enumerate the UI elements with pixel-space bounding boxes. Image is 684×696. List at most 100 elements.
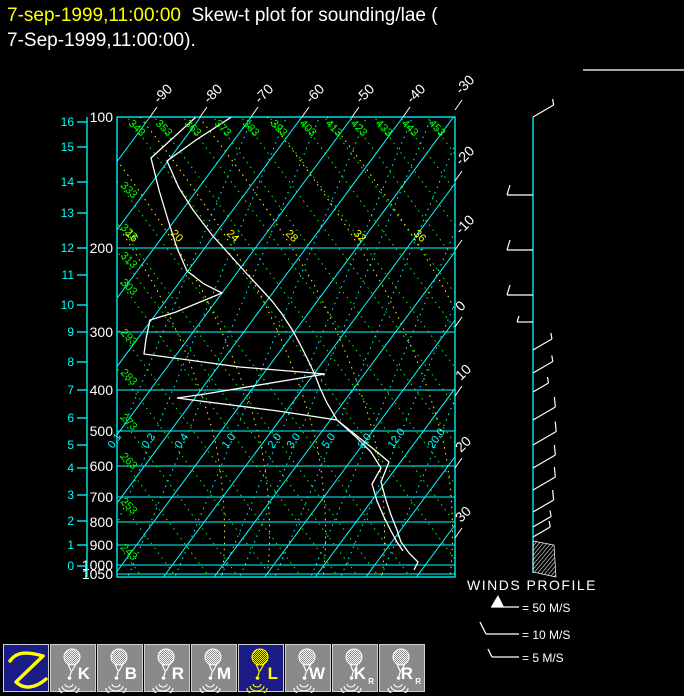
svg-text:5.0: 5.0 [320, 431, 339, 450]
svg-text:-30: -30 [452, 71, 478, 97]
svg-text:13: 13 [61, 206, 75, 220]
toolbar-button-label: R [171, 664, 184, 683]
mixing-ratio-labels: 0.1 0.2 0.4 1.0 2.0 3.0 5.0 8.0 12.0 20.0 [106, 426, 448, 450]
dewpoint-trace [143, 117, 404, 552]
svg-text:36: 36 [411, 228, 428, 245]
toolbar-button-subscript: R [368, 677, 374, 686]
svg-text:4: 4 [67, 461, 74, 475]
svg-text:-40: -40 [403, 80, 429, 106]
svg-text:10: 10 [61, 298, 75, 312]
svg-text:443: 443 [399, 118, 420, 139]
svg-text:900: 900 [90, 537, 114, 553]
height-axis: 161514131211109876543210 [61, 115, 88, 577]
toolbar-button-label: B [124, 664, 137, 683]
toolbar-button-label: M [216, 664, 231, 683]
toolbar-button-b[interactable]: B [97, 644, 143, 693]
toolbar-button-r-r[interactable]: RR [379, 644, 425, 693]
svg-text:-10: -10 [452, 211, 478, 237]
balloon-icon [105, 648, 128, 693]
balloon-icon [246, 648, 269, 693]
toolbar-button-label: R [400, 664, 413, 683]
svg-text:-90: -90 [150, 80, 176, 106]
svg-text:12: 12 [61, 241, 75, 255]
svg-text:11: 11 [62, 268, 75, 282]
svg-text:200: 200 [90, 240, 114, 256]
svg-text:7: 7 [67, 383, 74, 397]
toolbar-button-l[interactable]: L [238, 644, 284, 693]
moist-adiabat-lines [117, 117, 455, 577]
svg-text:600: 600 [90, 458, 114, 474]
svg-text:20.0: 20.0 [426, 426, 448, 450]
toolbar-button-label: K [77, 664, 90, 683]
svg-text:= 10 M/S: = 10 M/S [522, 628, 570, 642]
svg-text:6: 6 [67, 411, 74, 425]
toolbar-button-k[interactable]: K [50, 644, 96, 693]
toolbar: KBRMLWKRRR [3, 644, 425, 693]
svg-text:5: 5 [67, 438, 74, 452]
toolbar-button-r[interactable]: R [144, 644, 190, 693]
wind-profile [506, 98, 557, 578]
svg-text:423: 423 [348, 118, 369, 139]
svg-text:-50: -50 [352, 80, 378, 106]
flag-barb-icon [491, 595, 504, 607]
toolbar-button-z[interactable] [3, 644, 49, 692]
balloon-icon [58, 648, 81, 693]
svg-text:313: 313 [118, 250, 139, 271]
svg-text:393: 393 [268, 118, 289, 139]
plot-border [116, 116, 456, 578]
wind-barb-cluster [532, 540, 557, 578]
isotherm-lines [117, 117, 455, 577]
svg-text:263: 263 [118, 451, 139, 472]
svg-text:800: 800 [90, 514, 114, 530]
z-logo-icon [8, 651, 48, 689]
svg-text:-70: -70 [251, 80, 277, 106]
toolbar-button-label: K [353, 664, 366, 683]
svg-text:2: 2 [67, 514, 74, 528]
svg-text:333: 333 [118, 180, 139, 201]
svg-text:9: 9 [67, 325, 74, 339]
svg-text:= 50 M/S: = 50 M/S [522, 601, 570, 615]
svg-text:0: 0 [67, 559, 74, 573]
dry-adiabat-labels: 343 353 363 373 383 393 403 413 423 433 443 453 333 3… [118, 118, 447, 563]
svg-text:293: 293 [118, 327, 139, 348]
svg-text:303: 303 [118, 277, 139, 298]
toolbar-button-m[interactable]: M [191, 644, 237, 693]
svg-text:15: 15 [61, 140, 75, 154]
temp-axis-top-labels: -90 -80 -70 -60 -50 -40 [149, 80, 429, 118]
svg-text:2.0: 2.0 [266, 431, 285, 450]
toolbar-button-label: W [308, 664, 325, 683]
svg-text:16: 16 [61, 115, 75, 129]
svg-text:12.0: 12.0 [386, 426, 408, 450]
svg-text:-60: -60 [302, 80, 328, 106]
toolbar-button-label: L [267, 664, 278, 683]
temp-axis-right-labels: -30-20-100102030 [452, 71, 478, 539]
toolbar-button-k-r[interactable]: KR [332, 644, 378, 693]
svg-text:20: 20 [168, 228, 185, 245]
svg-text:1: 1 [67, 538, 74, 552]
svg-text:8: 8 [67, 355, 74, 369]
svg-text:283: 283 [118, 367, 139, 388]
svg-text:353: 353 [153, 118, 174, 139]
svg-text:3.0: 3.0 [285, 431, 304, 450]
mixing-ratio-lines [117, 117, 455, 577]
svg-text:-20: -20 [452, 142, 478, 168]
svg-text:-80: -80 [200, 80, 226, 106]
toolbar-button-subscript: R [415, 677, 421, 686]
balloon-icon [199, 648, 222, 693]
svg-text:700: 700 [90, 489, 114, 505]
svg-text:400: 400 [90, 382, 114, 398]
svg-text:14: 14 [61, 175, 75, 189]
winds-profile-legend: WINDS PROFILE = 50 M/S = 10 M/S = 5 M/S [467, 577, 595, 665]
svg-text:100: 100 [90, 109, 114, 125]
balloon-icon [152, 648, 175, 693]
svg-text:300: 300 [90, 324, 114, 340]
svg-text:383: 383 [240, 118, 261, 139]
temperature-trace [166, 117, 419, 571]
svg-text:= 5 M/S: = 5 M/S [522, 651, 564, 665]
svg-text:433: 433 [373, 118, 394, 139]
svg-text:453: 453 [426, 118, 447, 139]
svg-text:363: 363 [182, 118, 203, 139]
svg-text:403: 403 [297, 118, 318, 139]
svg-text:1.0: 1.0 [220, 431, 239, 450]
toolbar-button-w[interactable]: W [285, 644, 331, 693]
